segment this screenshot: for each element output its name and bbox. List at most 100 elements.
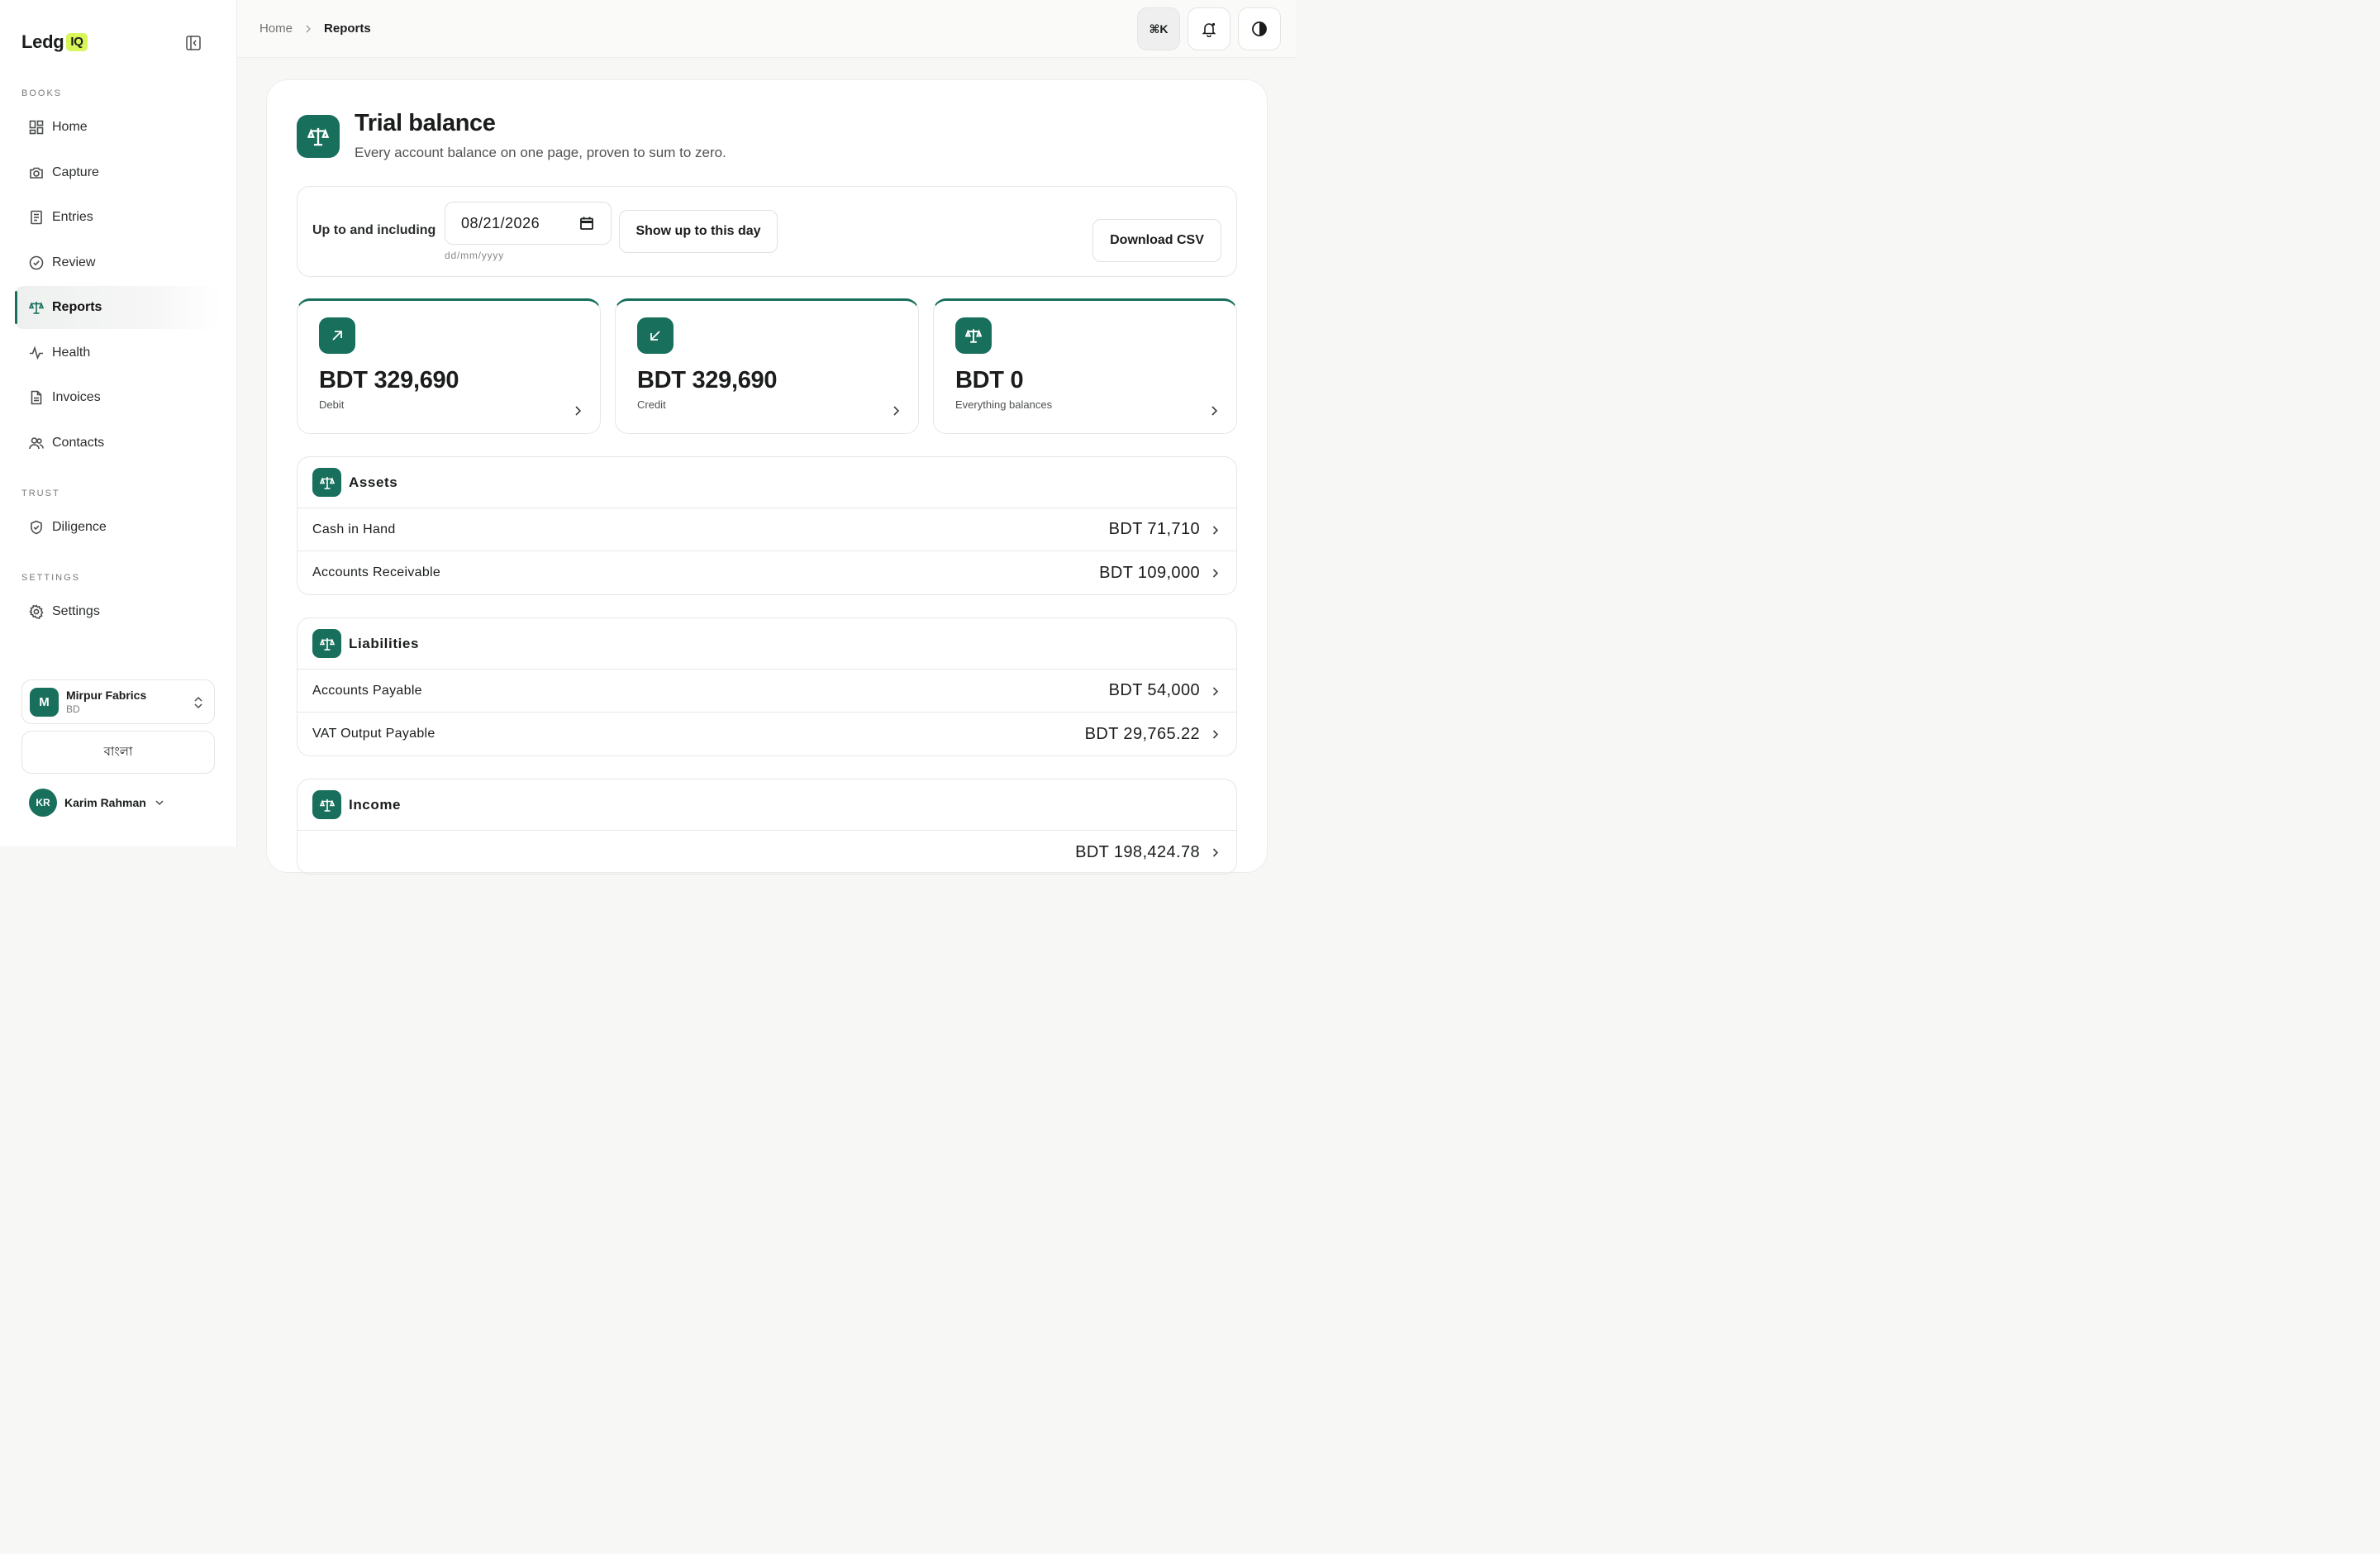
user-menu[interactable]: KR Karim Rahman	[29, 789, 164, 817]
download-csv-button[interactable]: Download CSV	[1092, 219, 1221, 262]
date-field[interactable]: 08/21/2026	[445, 202, 612, 245]
stat-card-credit[interactable]: BDT 329,690 Credit	[615, 298, 919, 434]
scale-icon	[319, 637, 335, 651]
breadcrumb-home[interactable]: Home	[259, 21, 293, 36]
sidebar-item-home[interactable]: Home	[15, 106, 221, 149]
stat-icon	[319, 317, 355, 354]
account-row[interactable]: Cash in Hand BDT 71,710	[298, 508, 1236, 551]
chevron-right-icon	[1212, 569, 1219, 578]
stat-label: Debit	[319, 398, 345, 411]
stat-icon	[637, 317, 674, 354]
account-group-liabilities: Liabilities Accounts Payable BDT 54,000 …	[297, 617, 1237, 756]
sidebar-item-label: Health	[52, 346, 91, 360]
date-field-value: 08/21/2026	[461, 214, 540, 231]
document-icon	[31, 390, 42, 405]
shield-check-icon	[31, 520, 42, 535]
account-name: Cash in Hand	[312, 522, 396, 536]
sidebar-item-label: Settings	[52, 604, 100, 618]
sidebar-item-entries[interactable]: Entries	[15, 196, 221, 239]
org-country: BD	[66, 703, 80, 715]
group-header: Liabilities	[298, 618, 1236, 670]
stat-label: Everything balances	[955, 398, 1053, 411]
scale-icon	[319, 798, 335, 812]
group-title: Liabilities	[349, 635, 420, 651]
show-up-to-day-button[interactable]: Show up to this day	[619, 210, 778, 253]
arrow-down-left-icon	[650, 331, 660, 341]
camera-icon	[30, 167, 43, 179]
sidebar-item-reports[interactable]: Reports	[15, 286, 221, 329]
sidebar-item-capture[interactable]: Capture	[15, 151, 221, 194]
account-row[interactable]: VAT Output Payable BDT 29,765.22	[298, 713, 1236, 756]
scale-icon	[965, 329, 982, 343]
pulse-icon	[30, 346, 43, 360]
stat-card-debit[interactable]: BDT 329,690 Debit	[297, 298, 601, 434]
sidebar-item-settings[interactable]: Settings	[15, 590, 221, 633]
chevron-right-icon	[893, 406, 900, 416]
scale-icon	[29, 302, 44, 314]
account-amount: BDT 54,000	[1108, 681, 1200, 699]
collapse-sidebar-button[interactable]	[184, 34, 202, 52]
account-amount: BDT 29,765.22	[1084, 724, 1200, 743]
chevron-right-icon	[575, 406, 582, 416]
notifications-button[interactable]	[1188, 7, 1230, 50]
scale-icon	[319, 476, 335, 489]
breadcrumb-current: Reports	[324, 21, 371, 36]
chevron-right-icon	[306, 25, 312, 32]
org-name: Mirpur Fabrics	[66, 689, 147, 702]
sidebar-item-contacts[interactable]: Contacts	[15, 422, 221, 465]
app-logo[interactable]: Ledg IQ	[21, 31, 88, 53]
group-header: Income	[298, 779, 1236, 831]
sidebar-item-label: Reports	[52, 300, 102, 314]
arrow-up-right-icon	[332, 331, 342, 341]
chevron-right-icon	[1211, 406, 1218, 416]
ledger-icon	[31, 210, 42, 225]
stat-label: Credit	[637, 398, 666, 411]
stat-value: BDT 329,690	[637, 367, 778, 393]
command-palette-button[interactable]: ⌘K	[1137, 7, 1180, 50]
sidebar-item-label: Contacts	[52, 436, 105, 450]
group-icon	[312, 468, 341, 497]
account-row[interactable]: Accounts Payable BDT 54,000	[298, 670, 1236, 713]
sidebar-item-diligence[interactable]: Diligence	[15, 506, 221, 549]
org-avatar: M	[30, 687, 59, 717]
users-icon	[29, 437, 44, 450]
trial-balance-panel: Trial balance Every account balance on o…	[266, 79, 1268, 875]
sidebar-item-review[interactable]: Review	[15, 241, 221, 284]
theme-toggle-button[interactable]	[1238, 7, 1281, 50]
date-filter-bar: Up to and including 08/21/2026 dd/mm/yyy…	[297, 186, 1237, 277]
section-label-settings: SETTINGS	[21, 573, 81, 583]
page-title: Trial balance	[355, 110, 496, 136]
sidebar-item-label: Home	[52, 120, 88, 134]
stat-card-balance[interactable]: BDT 0 Everything balances	[933, 298, 1237, 434]
group-icon	[312, 790, 341, 819]
account-amount: BDT 198,424.78	[1075, 842, 1200, 861]
contrast-icon	[1252, 21, 1267, 36]
breadcrumb: Home Reports	[259, 21, 371, 36]
brand-name: Ledg	[21, 31, 64, 52]
scale-icon	[307, 127, 329, 146]
sidebar-item-health[interactable]: Health	[15, 331, 221, 374]
group-title: Assets	[349, 474, 398, 490]
account-name: Accounts Payable	[312, 683, 422, 698]
topbar: Home Reports ⌘K	[237, 0, 1296, 58]
account-row[interactable]: Accounts Receivable BDT 109,000	[298, 551, 1236, 594]
group-icon	[312, 629, 341, 658]
sidebar-item-label: Entries	[52, 210, 93, 224]
page-icon	[297, 115, 340, 158]
grid-icon	[29, 120, 44, 135]
language-toggle-button[interactable]: বাংলা	[21, 731, 215, 774]
check-circle-icon	[29, 255, 44, 270]
stat-icon	[955, 317, 992, 354]
user-name: Karim Rahman	[64, 796, 146, 809]
account-row[interactable]: BDT 198,424.78	[298, 831, 1236, 874]
account-amount: BDT 71,710	[1108, 520, 1200, 538]
account-name: Accounts Receivable	[312, 565, 441, 579]
date-filter-label: Up to and including	[312, 223, 436, 237]
organization-switcher[interactable]: M Mirpur Fabrics BD	[21, 679, 215, 724]
account-group-income: Income BDT 198,424.78	[297, 779, 1237, 875]
stat-value: BDT 0	[955, 367, 1024, 393]
sidebar-item-label: Review	[52, 255, 96, 269]
stat-value: BDT 329,690	[319, 367, 459, 393]
calendar-icon[interactable]	[579, 216, 594, 231]
sidebar-item-invoices[interactable]: Invoices	[15, 376, 221, 419]
